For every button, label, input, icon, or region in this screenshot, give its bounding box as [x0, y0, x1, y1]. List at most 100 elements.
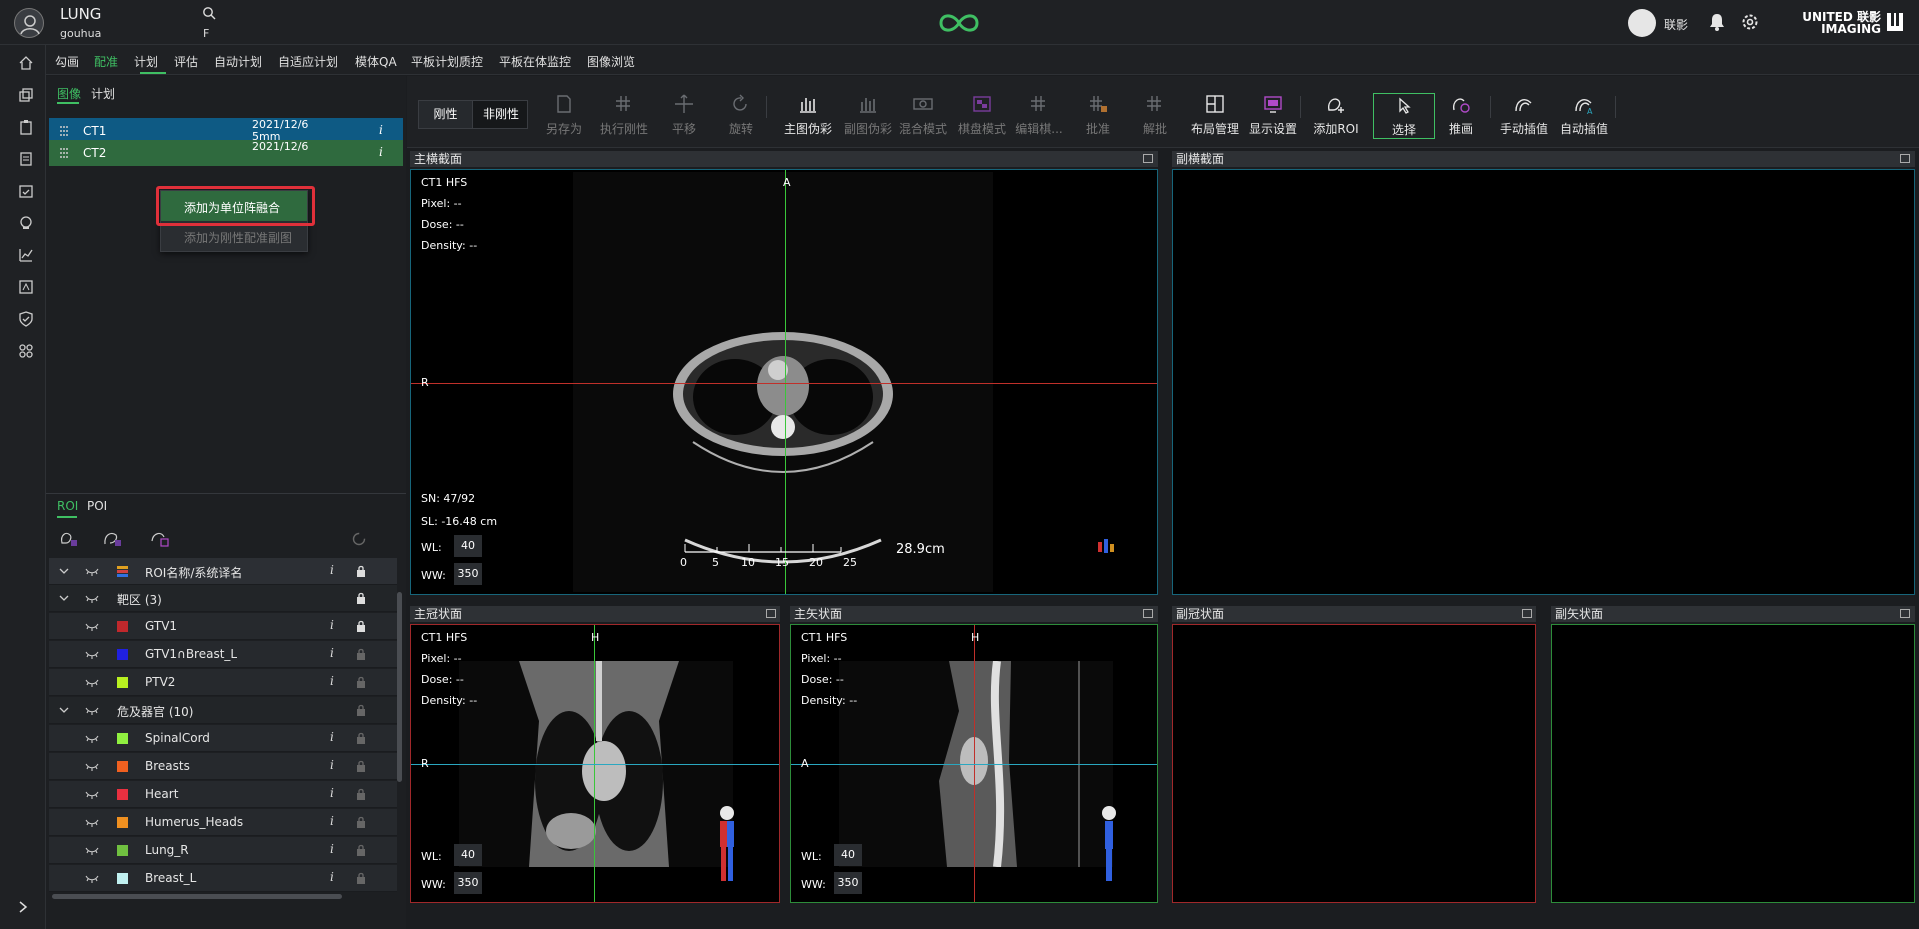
eye-icon[interactable]	[85, 678, 99, 687]
lock-icon[interactable]	[356, 592, 366, 604]
roi-color-swatch[interactable]	[117, 621, 128, 632]
info-icon[interactable]: i	[379, 145, 383, 159]
machine-icon[interactable]	[18, 215, 34, 231]
roi-row[interactable]: Breasts i	[49, 753, 397, 780]
tool-push-button[interactable]: 推画	[1430, 93, 1492, 139]
report-icon[interactable]	[18, 151, 34, 167]
lock-icon[interactable]	[356, 760, 366, 772]
roi-row[interactable]: GTV1 i	[49, 613, 397, 640]
viewport-main-coronal[interactable]: CT1 HFS Pixel: -- Dose: -- Density: -- H…	[410, 624, 780, 903]
account-avatar[interactable]	[1628, 9, 1656, 37]
tool-display-button[interactable]: 显示设置	[1242, 93, 1304, 139]
menu-item-phantom-qa[interactable]: 模体QA	[355, 53, 397, 70]
roi-color-swatch[interactable]	[117, 845, 128, 856]
apps-icon[interactable]	[18, 343, 34, 359]
lock-icon[interactable]	[356, 872, 366, 884]
tool-checker-edit-button[interactable]: 编辑棋...	[1008, 93, 1070, 139]
tab-poi[interactable]: POI	[87, 499, 107, 513]
eye-icon[interactable]	[85, 818, 99, 827]
lock-icon[interactable]	[356, 565, 366, 577]
viewport-main-sagittal[interactable]: CT1 HFS Pixel: -- Dose: -- Density: -- H…	[790, 624, 1158, 903]
roi-row[interactable]: SpinalCord i	[49, 725, 397, 752]
tool-save-button[interactable]: 另存为	[533, 93, 595, 139]
maximize-icon[interactable]	[1143, 609, 1153, 618]
info-icon[interactable]: i	[330, 730, 334, 744]
info-icon[interactable]: i	[330, 842, 334, 856]
maximize-icon[interactable]	[1143, 154, 1153, 163]
chevron-down-icon[interactable]	[59, 593, 69, 603]
lock-icon[interactable]	[356, 788, 366, 800]
roi-group-row[interactable]: 靶区 (3)	[49, 585, 397, 612]
user-avatar[interactable]	[14, 8, 44, 38]
crosshair-horizontal[interactable]	[411, 383, 1157, 384]
roi-row[interactable]: Humerus_Heads i	[49, 809, 397, 836]
expand-rail-icon[interactable]	[16, 900, 30, 914]
window-width-value[interactable]: 350	[454, 872, 482, 894]
info-icon[interactable]: i	[330, 786, 334, 800]
info-icon[interactable]: i	[330, 563, 334, 577]
chevron-down-icon[interactable]	[59, 705, 69, 715]
menu-item-registration[interactable]: 配准	[94, 53, 118, 70]
window-width-value[interactable]: 350	[834, 872, 862, 894]
roi-row[interactable]: GTV1∩Breast_L i	[49, 641, 397, 668]
crosshair-horizontal[interactable]	[791, 764, 1157, 765]
viewport-sub-axial[interactable]	[1172, 169, 1915, 595]
window-level-value[interactable]: 40	[834, 844, 862, 866]
roi-scrollbar[interactable]	[397, 592, 402, 782]
crosshair-horizontal[interactable]	[411, 764, 779, 765]
maximize-icon[interactable]	[766, 609, 776, 618]
roi-row[interactable]: Lung_R i	[49, 837, 397, 864]
window-width-value[interactable]: 350	[454, 563, 482, 585]
eye-icon[interactable]	[85, 846, 99, 855]
info-icon[interactable]: i	[330, 870, 334, 884]
lock-icon[interactable]	[356, 648, 366, 660]
roi-color-swatch[interactable]	[117, 789, 128, 800]
tool-select-button[interactable]: 选择	[1373, 93, 1435, 139]
chart-icon[interactable]	[18, 247, 34, 263]
clipboard-icon[interactable]	[18, 119, 34, 135]
image-row-ct2[interactable]: CT2 2021/12/6 i	[49, 140, 403, 166]
shield-icon[interactable]	[18, 311, 34, 327]
lock-icon[interactable]	[356, 620, 366, 632]
tab-plans[interactable]: 计划	[91, 85, 115, 102]
menu-item-adaptive-plan[interactable]: 自适应计划	[278, 53, 338, 70]
tool-manual-interp-button[interactable]: 手动插值	[1493, 93, 1555, 139]
home-icon[interactable]	[18, 55, 34, 71]
tool-unapprove-button[interactable]: 解批	[1124, 93, 1186, 139]
roi-row[interactable]: PTV2 i	[49, 669, 397, 696]
badge-icon[interactable]	[18, 279, 34, 295]
refresh-icon[interactable]	[351, 531, 367, 547]
roi-tool-2-icon[interactable]	[102, 529, 122, 547]
lock-icon[interactable]	[356, 732, 366, 744]
tool-checker-button[interactable]: 棋盘模式	[951, 93, 1013, 139]
roi-group-row[interactable]: 危及器官 (10)	[49, 697, 397, 724]
tool-bars-button[interactable]: 主图伪彩	[777, 93, 839, 139]
roi-row[interactable]: Heart i	[49, 781, 397, 808]
info-icon[interactable]: i	[330, 758, 334, 772]
tool-blend-button[interactable]: 混合模式	[892, 93, 954, 139]
eye-icon[interactable]	[85, 874, 99, 883]
maximize-icon[interactable]	[1522, 609, 1532, 618]
tool-add-roi-button[interactable]: 添加ROI	[1305, 93, 1367, 139]
roi-color-swatch[interactable]	[117, 649, 128, 660]
tab-roi[interactable]: ROI	[57, 499, 78, 513]
roi-color-swatch[interactable]	[117, 817, 128, 828]
tool-bars-button[interactable]: 副图伪彩	[837, 93, 899, 139]
lock-icon[interactable]	[356, 676, 366, 688]
eye-icon[interactable]	[85, 762, 99, 771]
viewport-main-axial[interactable]: CT1 HFS Pixel: -- Dose: -- Density: -- A…	[410, 169, 1158, 595]
menu-item-plan[interactable]: 计划	[134, 53, 158, 70]
info-icon[interactable]: i	[330, 646, 334, 660]
window-level-value[interactable]: 40	[454, 844, 482, 866]
viewport-sub-coronal[interactable]	[1172, 624, 1536, 903]
tab-images[interactable]: 图像	[57, 85, 81, 102]
menu-item-image-browse[interactable]: 图像浏览	[587, 53, 635, 70]
eye-icon[interactable]	[85, 790, 99, 799]
tool-layout-button[interactable]: 布局管理	[1184, 93, 1246, 139]
menu-item-add-rigid-secondary[interactable]: 添加为刚性配准副图	[161, 224, 307, 250]
menu-item-epid-invivo[interactable]: 平板在体监控	[499, 53, 571, 70]
tool-auto-interp-button[interactable]: A 自动插值	[1553, 93, 1615, 139]
menu-item-evaluate[interactable]: 评估	[174, 53, 198, 70]
maximize-icon[interactable]	[1900, 609, 1910, 618]
menu-item-epid-plan-qc[interactable]: 平板计划质控	[411, 53, 483, 70]
